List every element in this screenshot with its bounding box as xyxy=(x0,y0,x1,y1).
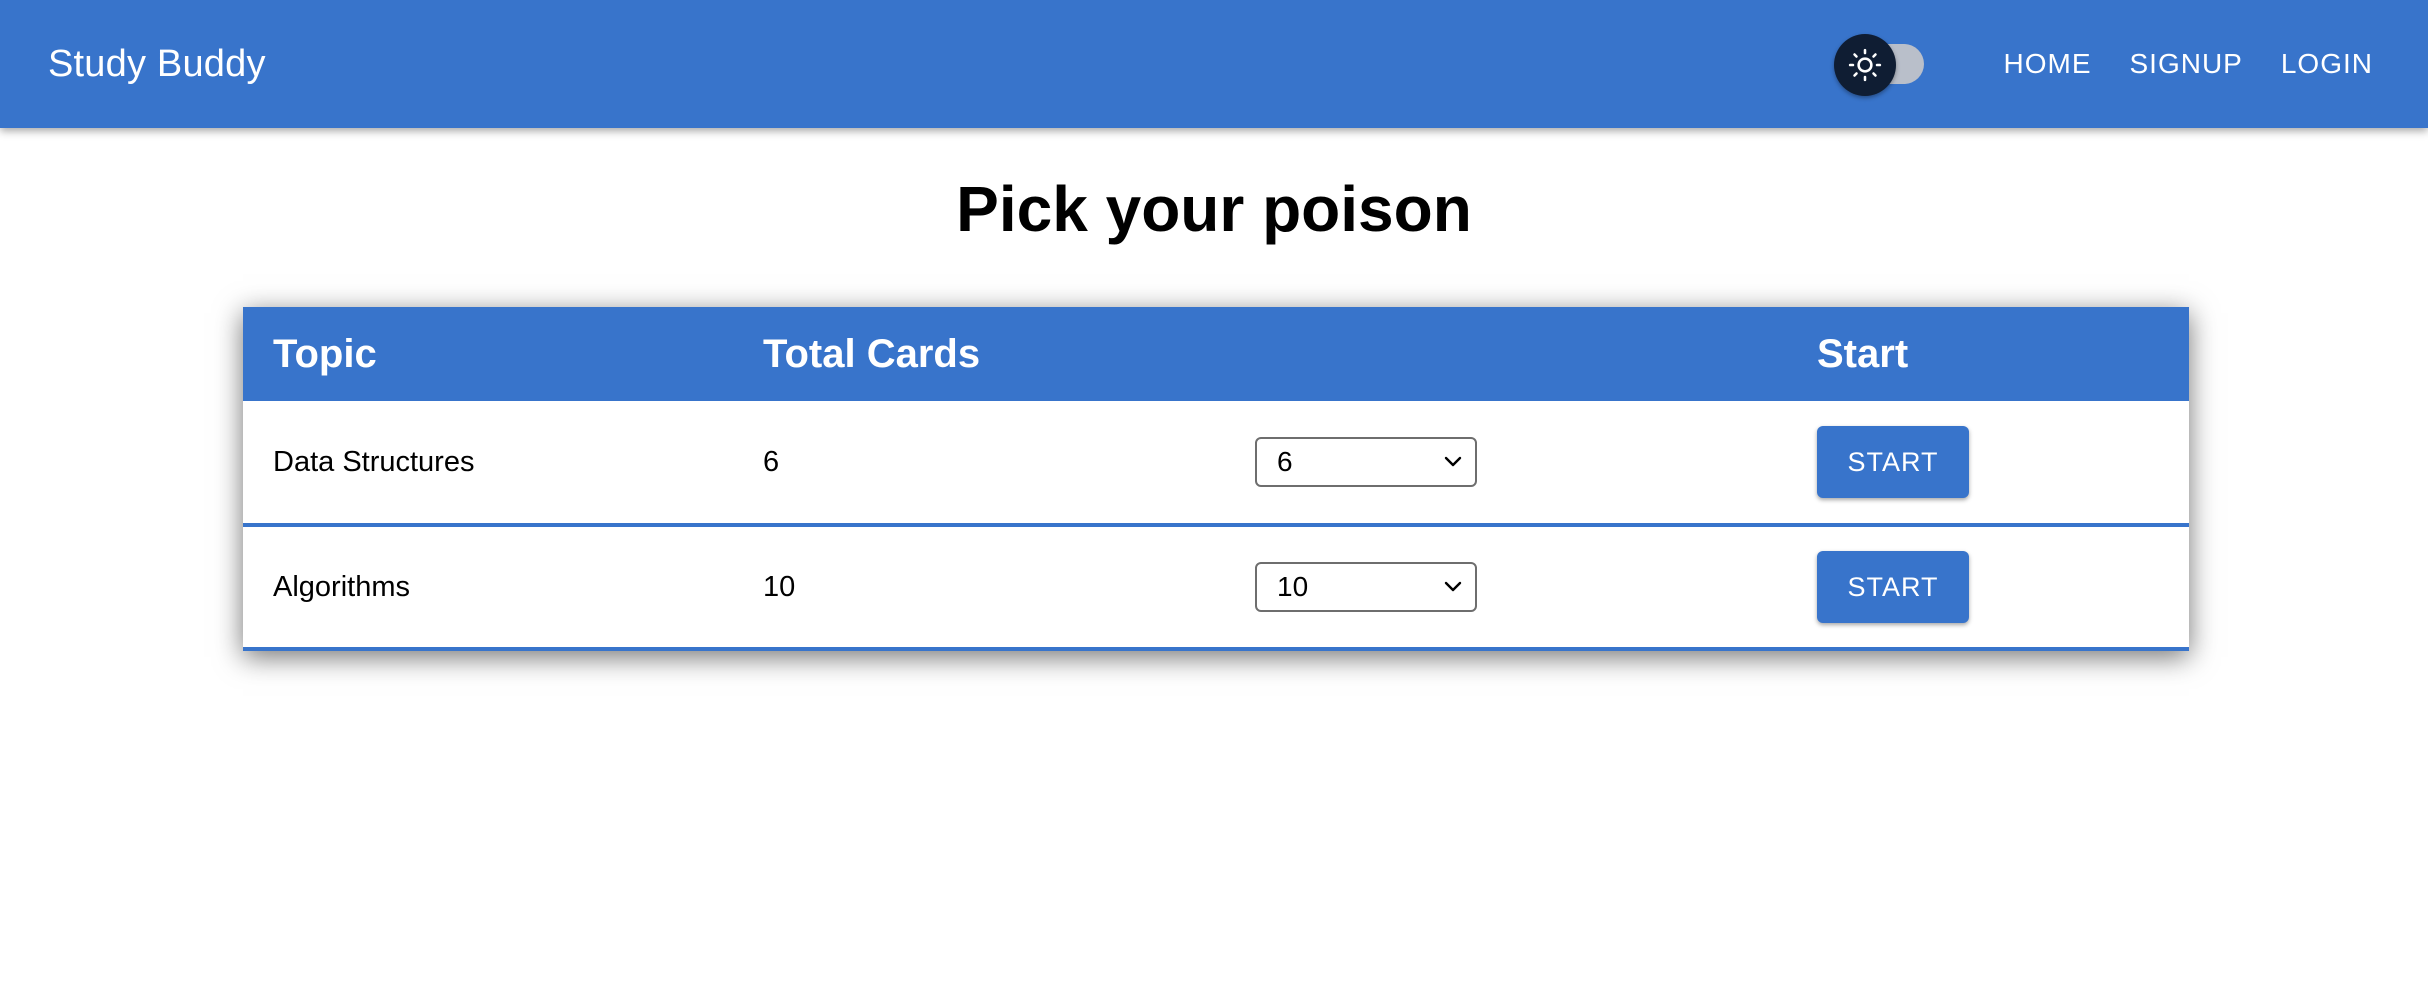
table-body: Data Structures 6 6 START Algorithms 10 xyxy=(243,401,2189,649)
header-row: Topic Total Cards Start xyxy=(243,307,2189,401)
header-topic: Topic xyxy=(273,331,377,376)
topic-cell: Algorithms xyxy=(273,570,410,603)
start-cell: START xyxy=(1787,525,2189,649)
table-header: Topic Total Cards Start xyxy=(243,307,2189,401)
total-cards-cell: 10 xyxy=(763,570,796,603)
chevron-down-icon xyxy=(1444,581,1462,592)
nav-home-link[interactable]: HOME xyxy=(1985,36,2111,92)
start-button[interactable]: START xyxy=(1817,551,1969,623)
card-count-select[interactable]: 10 xyxy=(1255,562,1477,612)
topics-table: Topic Total Cards Start Data Structures … xyxy=(243,307,2189,651)
header-total-cards: Total Cards xyxy=(763,331,981,376)
start-button[interactable]: START xyxy=(1817,426,1969,498)
table-row: Data Structures 6 6 START xyxy=(243,401,2189,525)
sun-icon xyxy=(1848,48,1882,82)
topic-cell: Data Structures xyxy=(273,445,475,478)
total-cards-cell: 6 xyxy=(763,445,780,478)
card-count-value: 6 xyxy=(1277,446,1293,477)
page-title: Pick your poison xyxy=(956,173,1472,245)
brand-title[interactable]: Study Buddy xyxy=(48,0,266,128)
header-select xyxy=(1255,307,1787,401)
toggle-thumb[interactable] xyxy=(1834,34,1896,96)
app-bar: Study Buddy HOME SIGNUP LOGIN xyxy=(0,0,2428,128)
header-start: Start xyxy=(1817,331,1909,376)
nav-signup-link[interactable]: SIGNUP xyxy=(2111,36,2262,92)
card-count-value: 10 xyxy=(1277,571,1309,602)
card-count-cell: 10 xyxy=(1255,525,1787,649)
start-cell: START xyxy=(1787,401,2189,525)
card-count-cell: 6 xyxy=(1255,401,1787,525)
chevron-down-icon xyxy=(1444,456,1462,467)
topics-table-card: Topic Total Cards Start Data Structures … xyxy=(243,307,2189,651)
nav-login-link[interactable]: LOGIN xyxy=(2262,36,2392,92)
table-row: Algorithms 10 10 START xyxy=(243,525,2189,649)
card-count-select[interactable]: 6 xyxy=(1255,437,1477,487)
theme-toggle[interactable] xyxy=(1834,34,1930,96)
top-nav: HOME SIGNUP LOGIN xyxy=(1985,0,2393,128)
